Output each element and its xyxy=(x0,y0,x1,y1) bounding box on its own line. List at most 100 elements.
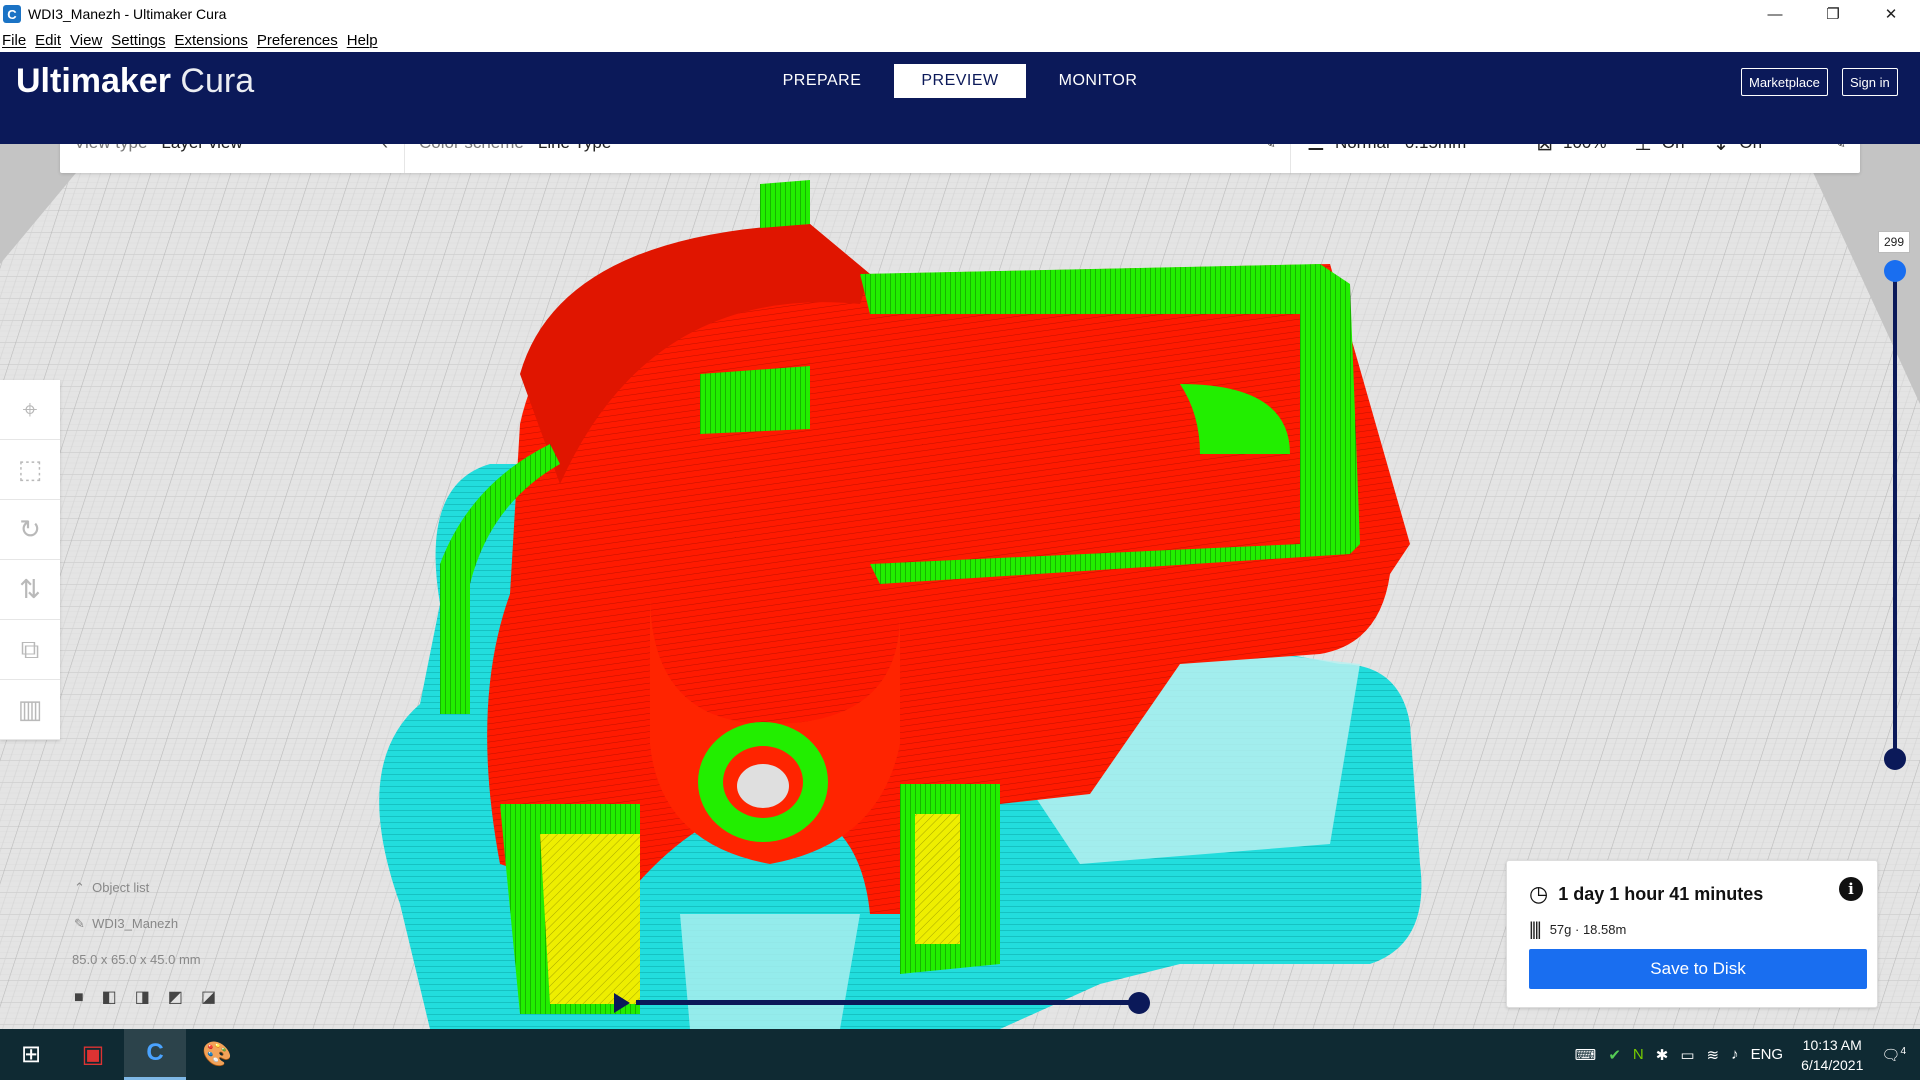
menu-edit[interactable]: Edit xyxy=(35,32,61,49)
material-value: 57g · 18.58m xyxy=(1549,922,1627,937)
taskbar-app-save[interactable]: ▣ xyxy=(62,1029,124,1080)
color-scheme-selector[interactable]: Color scheme Line Type ✎ xyxy=(405,144,1291,173)
color-scheme-label: Color scheme xyxy=(419,144,524,153)
notification-count: 4 xyxy=(1900,1045,1906,1057)
menu-extensions[interactable]: Extensions xyxy=(174,32,247,49)
color-scheme-value: Line Type xyxy=(538,144,611,153)
scale-icon: ⬚ xyxy=(17,454,43,484)
camera-view-buttons[interactable]: ■◧◨◩◪ xyxy=(74,987,234,1007)
tab-preview[interactable]: PREVIEW xyxy=(894,64,1026,98)
bluetooth-icon[interactable]: ✱ xyxy=(1656,1046,1669,1064)
nvidia-icon[interactable]: N xyxy=(1633,1046,1644,1063)
support-value: On xyxy=(1662,144,1685,153)
material-usage: |||| 57g · 18.58m xyxy=(1529,919,1626,940)
settings-pencil-icon[interactable]: ✎ xyxy=(1833,144,1846,152)
3d-viewport[interactable]: View type Layer view ‹ Color scheme Line… xyxy=(0,144,1920,1029)
windows-logo-icon: ⊞ xyxy=(20,1041,42,1068)
adhesion-icon: ⇣ xyxy=(1713,144,1730,156)
layer-slider-bottom-handle[interactable] xyxy=(1884,748,1906,770)
profile-value: Normal - 0.15mm xyxy=(1335,144,1466,153)
view-toolbar: View type Layer view ‹ Color scheme Line… xyxy=(60,144,1860,173)
brand-light: Cura xyxy=(180,62,255,100)
brand-logo: Ultimaker Cura xyxy=(16,62,254,101)
play-button[interactable] xyxy=(614,993,630,1013)
battery-icon[interactable]: ▭ xyxy=(1680,1046,1694,1064)
menu-file[interactable]: File xyxy=(2,32,26,49)
cura-app-icon: C xyxy=(3,5,21,23)
support-indicator: ⊥ On xyxy=(1635,144,1685,156)
scale-tool[interactable]: ⬚ xyxy=(0,440,60,500)
object-list-panel: ⌃ Object list ✎ WDI3_Manezh 85.0 x 65.0 … xyxy=(72,880,234,1027)
shield-icon[interactable]: ✔ xyxy=(1608,1046,1621,1064)
tab-monitor[interactable]: MONITOR xyxy=(1032,64,1164,98)
window-titlebar: C WDI3_Manezh - Ultimaker Cura — ❐ ✕ xyxy=(0,0,1920,28)
minimize-button[interactable]: — xyxy=(1746,0,1804,28)
print-information-panel: ◷ 1 day 1 hour 41 minutes i |||| 57g · 1… xyxy=(1506,860,1878,1008)
path-slider-handle[interactable] xyxy=(1128,992,1150,1014)
print-time-value: 1 day 1 hour 41 minutes xyxy=(1558,883,1764,904)
taskbar-app-paint[interactable]: 🎨 xyxy=(186,1029,248,1080)
infill-value: 100% xyxy=(1563,144,1606,153)
object-list-title: Object list xyxy=(92,880,150,895)
save-to-disk-button[interactable]: Save to Disk xyxy=(1529,949,1867,989)
menu-preferences[interactable]: Preferences xyxy=(257,32,338,49)
cura-icon: C xyxy=(146,1039,164,1066)
infill-indicator: ⊠ 100% xyxy=(1536,144,1606,156)
windows-taskbar: ⊞ ▣ C 🎨 ⌨ ✔ N ✱ ▭ ≋ ♪ ENG 10:13 AM 6/14/… xyxy=(0,1029,1920,1080)
print-settings-summary[interactable]: ☰ Normal - 0.15mm ⊠ 100% ⊥ On ⇣ On ✎ xyxy=(1291,144,1860,156)
mirror-tool[interactable]: ⇅ xyxy=(0,560,60,620)
profile-bars-icon: ☰ xyxy=(1307,144,1325,156)
move-tool[interactable]: ⌖ xyxy=(0,380,60,440)
wifi-icon[interactable]: ≋ xyxy=(1707,1046,1720,1064)
view-type-selector[interactable]: View type Layer view ‹ xyxy=(60,144,405,173)
menu-bar: File Edit View Settings Extensions Prefe… xyxy=(0,28,1920,52)
clock-time: 10:13 AM xyxy=(1802,1036,1862,1053)
restore-button[interactable]: ❐ xyxy=(1804,0,1862,28)
tab-prepare[interactable]: PREPARE xyxy=(756,64,888,98)
chevron-left-icon[interactable]: ‹ xyxy=(382,144,388,154)
app-header: Ultimaker Cura PREPARE PREVIEW MONITOR M… xyxy=(0,52,1920,144)
rotate-tool[interactable]: ↻ xyxy=(0,500,60,560)
layer-slider-track[interactable] xyxy=(1893,270,1897,760)
per-model-settings-icon: ⧉ xyxy=(20,633,40,664)
view-type-value: Layer view xyxy=(161,144,242,153)
layer-number-label[interactable]: 299 xyxy=(1878,231,1910,253)
object-dimensions: 85.0 x 65.0 x 45.0 mm xyxy=(72,952,201,967)
language-indicator[interactable]: ENG xyxy=(1751,1046,1784,1063)
clock[interactable]: 10:13 AM 6/14/2021 xyxy=(1801,1035,1863,1075)
mirror-icon: ⇅ xyxy=(19,574,41,604)
object-name: WDI3_Manezh xyxy=(92,916,179,931)
marketplace-button[interactable]: Marketplace xyxy=(1741,68,1828,96)
object-list-header[interactable]: ⌃ Object list xyxy=(74,880,234,896)
window-controls: — ❐ ✕ xyxy=(1746,0,1920,28)
signin-button[interactable]: Sign in xyxy=(1842,68,1898,96)
layer-slider-top-handle[interactable] xyxy=(1884,260,1906,282)
keyboard-icon[interactable]: ⌨ xyxy=(1575,1046,1597,1064)
volume-icon[interactable]: ♪ xyxy=(1731,1046,1739,1063)
floppy-icon: ▣ xyxy=(81,1041,105,1068)
menu-settings[interactable]: Settings xyxy=(111,32,165,49)
close-button[interactable]: ✕ xyxy=(1862,0,1920,28)
start-button[interactable]: ⊞ xyxy=(0,1029,62,1080)
support-blocker-tool[interactable]: ▥ xyxy=(0,680,60,740)
system-tray: ⌨ ✔ N ✱ ▭ ≋ ♪ ENG 10:13 AM 6/14/2021 🗨4 xyxy=(1569,1029,1920,1080)
move-icon: ⌖ xyxy=(22,393,38,424)
object-name-row[interactable]: ✎ WDI3_Manezh xyxy=(74,916,234,932)
tool-panel: ⌖ ⬚ ↻ ⇅ ⧉ ▥ xyxy=(0,380,60,740)
path-slider-track[interactable] xyxy=(636,1000,1140,1005)
notification-center-icon[interactable]: 🗨4 xyxy=(1881,1046,1906,1064)
clock-date: 6/14/2021 xyxy=(1801,1056,1864,1073)
taskbar-app-cura[interactable]: C xyxy=(124,1029,186,1080)
per-model-settings-tool[interactable]: ⧉ xyxy=(0,620,60,680)
view-type-label: View type xyxy=(74,144,147,153)
pencil-icon[interactable]: ✎ xyxy=(1263,144,1276,152)
menu-help[interactable]: Help xyxy=(347,32,378,49)
stage-tabs: PREPARE PREVIEW MONITOR xyxy=(756,64,1170,98)
window-title: WDI3_Manezh - Ultimaker Cura xyxy=(28,6,227,22)
info-icon[interactable]: i xyxy=(1839,877,1863,901)
brand-bold: Ultimaker xyxy=(16,62,171,100)
rotate-icon: ↻ xyxy=(19,514,41,544)
menu-view[interactable]: View xyxy=(70,32,102,49)
support-icon: ⊥ xyxy=(1635,144,1652,156)
palette-icon: 🎨 xyxy=(202,1041,232,1068)
